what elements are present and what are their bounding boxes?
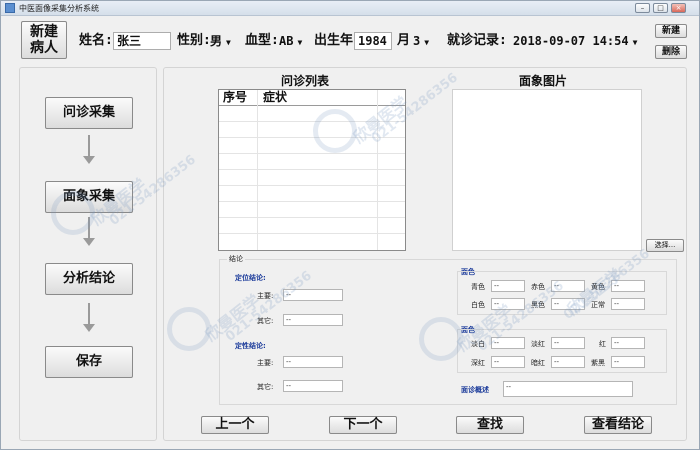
name-input[interactable]: 张三 xyxy=(113,32,171,50)
danbai-field[interactable]: -- xyxy=(491,337,525,349)
inquiry-list-grid[interactable]: 序号 症状 xyxy=(218,89,406,251)
location-other-label: 其它: xyxy=(257,317,274,325)
nature-conclusion-title: 定性结论: xyxy=(235,342,266,350)
column-header-symptom[interactable]: 症状 xyxy=(259,90,379,105)
app-window: 中医面像采集分析系统 – □ × 新建 病人 姓名: 张三 性别: 男 ▼ 血型:… xyxy=(0,0,700,450)
column-header-no[interactable]: 序号 xyxy=(219,90,257,105)
summary-field[interactable]: -- xyxy=(503,381,633,397)
month-label: 月 xyxy=(397,33,411,48)
inquiry-list-title: 问诊列表 xyxy=(281,74,330,88)
huang-field[interactable]: -- xyxy=(611,280,645,292)
inquiry-collect-button[interactable]: 问诊采集 xyxy=(45,97,133,129)
nature-main-field[interactable]: -- xyxy=(283,356,343,368)
title-bar: 中医面像采集分析系统 – □ × xyxy=(1,1,699,16)
bai-label: 白色 xyxy=(471,301,485,309)
face-image-title: 面象图片 xyxy=(519,74,568,88)
zhengchang-label: 正常 xyxy=(591,301,605,309)
danbai-label: 淡白 xyxy=(471,340,485,348)
chevron-down-icon: ▼ xyxy=(632,38,638,47)
zihei-label: 紫黑 xyxy=(591,359,605,367)
maximize-button[interactable]: □ xyxy=(653,3,668,13)
hong-field[interactable]: -- xyxy=(611,337,645,349)
grid-row-line xyxy=(219,201,405,202)
location-main-label: 主要: xyxy=(257,292,274,300)
select-image-button[interactable]: 选择... xyxy=(646,239,684,252)
zhengchang-field[interactable]: -- xyxy=(611,298,645,310)
arrow-down-icon xyxy=(83,217,95,246)
blood-label: 血型: xyxy=(245,33,279,48)
gender-value: 男 xyxy=(210,34,223,48)
save-button[interactable]: 保存 xyxy=(45,346,133,378)
name-label: 姓名: xyxy=(79,33,113,48)
minimize-button[interactable]: – xyxy=(635,3,650,13)
search-button[interactable]: 查找 xyxy=(456,416,524,434)
grid-row-line xyxy=(219,169,405,170)
arrow-down-icon xyxy=(83,303,95,332)
nature-other-label: 其它: xyxy=(257,383,274,391)
chevron-down-icon: ▼ xyxy=(226,38,231,47)
grid-row-line xyxy=(219,217,405,218)
month-select[interactable]: 3 ▼ xyxy=(413,32,437,50)
location-main-field[interactable]: -- xyxy=(283,289,343,301)
location-conclusion-title: 定位结论: xyxy=(235,274,266,282)
grid-row-line xyxy=(219,233,405,234)
close-button[interactable]: × xyxy=(671,3,686,13)
anhong-label: 暗红 xyxy=(531,359,545,367)
summary-label: 面诊概述 xyxy=(461,386,489,394)
chevron-down-icon: ▼ xyxy=(297,38,303,47)
grid-row-line xyxy=(219,121,405,122)
shenhong-field[interactable]: -- xyxy=(491,356,525,368)
month-value: 3 xyxy=(413,34,421,48)
blood-select[interactable]: AB ▼ xyxy=(279,32,309,50)
face-collect-button[interactable]: 面象采集 xyxy=(45,181,133,213)
nature-other-field[interactable]: -- xyxy=(283,380,343,392)
delete-record-button[interactable]: 删除 xyxy=(655,45,687,59)
face-image-area xyxy=(452,89,642,251)
grid-col-line xyxy=(377,90,378,250)
chi-label: 赤色 xyxy=(531,283,545,291)
grid-col-line xyxy=(257,90,258,250)
window-title: 中医面像采集分析系统 xyxy=(19,4,99,13)
next-button[interactable]: 下一个 xyxy=(329,416,397,434)
previous-button[interactable]: 上一个 xyxy=(201,416,269,434)
anhong-field[interactable]: -- xyxy=(551,356,585,368)
qing-field[interactable]: -- xyxy=(491,280,525,292)
grid-row-line xyxy=(219,153,405,154)
shenhong-label: 深红 xyxy=(471,359,485,367)
zihei-field[interactable]: -- xyxy=(611,356,645,368)
nature-main-label: 主要: xyxy=(257,359,274,367)
huang-label: 黄色 xyxy=(591,283,605,291)
analysis-result-button[interactable]: 分析结论 xyxy=(45,263,133,295)
hong-label: 红 xyxy=(599,340,606,348)
chevron-down-icon: ▼ xyxy=(424,38,430,47)
arrow-down-icon xyxy=(83,135,95,164)
new-record-button[interactable]: 新建 xyxy=(655,24,687,38)
qing-label: 青色 xyxy=(471,283,485,291)
visit-record-select[interactable]: 2018-09-07 14:54 ▼ xyxy=(513,32,643,50)
new-patient-button[interactable]: 新建 病人 xyxy=(21,21,67,59)
grid-row-line xyxy=(219,137,405,138)
view-result-button[interactable]: 查看结论 xyxy=(584,416,652,434)
conclusion-title: 结论 xyxy=(227,254,245,264)
app-icon xyxy=(5,3,15,13)
danhong-field[interactable]: -- xyxy=(551,337,585,349)
bai-field[interactable]: -- xyxy=(491,298,525,310)
chi-field[interactable]: -- xyxy=(551,280,585,292)
birth-year-label: 出生年 xyxy=(314,33,354,48)
hei-label: 黑色 xyxy=(531,301,545,309)
location-other-field[interactable]: -- xyxy=(283,314,343,326)
hei-field[interactable]: -- xyxy=(551,298,585,310)
gender-label: 性别: xyxy=(177,33,211,48)
gender-select[interactable]: 男 ▼ xyxy=(210,32,238,50)
blood-value: AB xyxy=(279,34,294,48)
birth-year-input[interactable]: 1984 xyxy=(354,32,392,50)
visit-record-label: 就诊记录: xyxy=(447,33,507,48)
grid-row-line xyxy=(219,185,405,186)
danhong-label: 淡红 xyxy=(531,340,545,348)
visit-record-value: 2018-09-07 14:54 xyxy=(513,34,629,48)
